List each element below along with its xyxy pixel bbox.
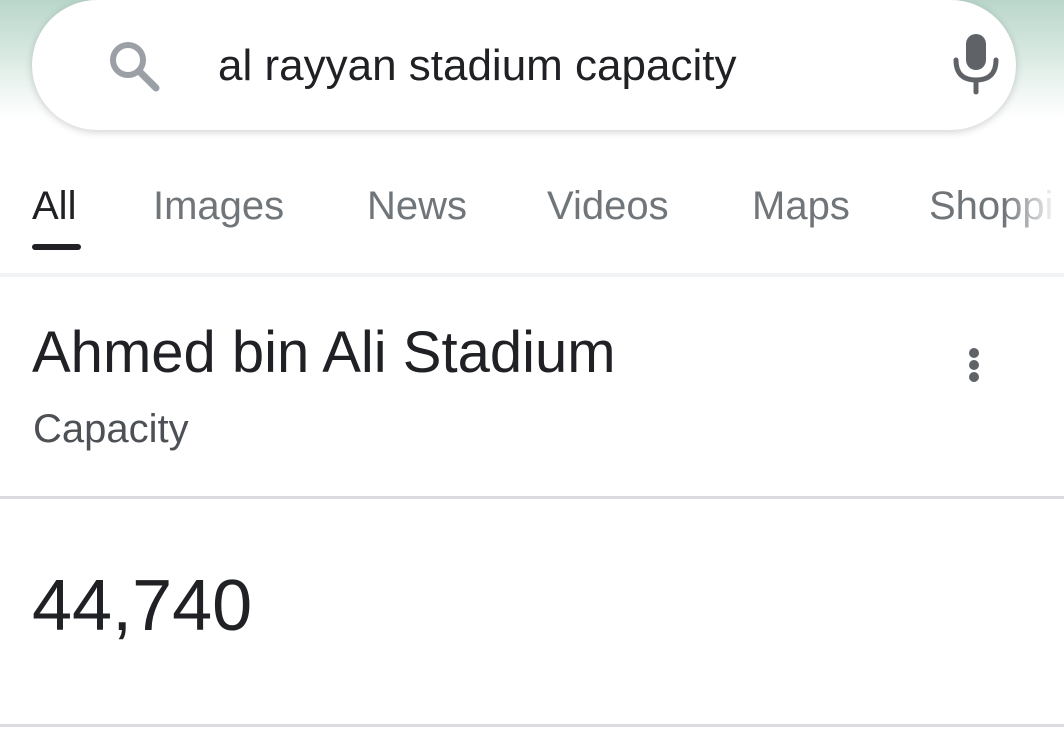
tab-videos[interactable]: Videos: [547, 182, 669, 230]
more-vert-icon[interactable]: [950, 338, 998, 392]
active-tab-indicator: [32, 244, 81, 250]
more-dot: [969, 360, 979, 370]
result-title: Ahmed bin Ali Stadium: [32, 320, 616, 385]
search-tabs: All Images News Videos Maps Shoppi: [0, 160, 1064, 274]
search-results-page: al rayyan stadium capacity All Images Ne…: [0, 0, 1064, 734]
mic-icon[interactable]: [950, 32, 1002, 96]
more-dot: [969, 348, 979, 358]
result-divider: [0, 496, 1064, 499]
tabs-divider: [0, 273, 1064, 277]
tabs-scroll-fade: [1004, 170, 1064, 250]
result-subtitle: Capacity: [33, 407, 189, 451]
bottom-divider: [0, 724, 1064, 727]
search-input[interactable]: al rayyan stadium capacity: [218, 36, 736, 96]
search-bar[interactable]: al rayyan stadium capacity: [32, 0, 1016, 130]
tab-all[interactable]: All: [32, 182, 76, 230]
search-icon[interactable]: [104, 36, 164, 96]
more-dot: [969, 372, 979, 382]
tab-maps[interactable]: Maps: [752, 182, 850, 230]
tab-news[interactable]: News: [367, 182, 467, 230]
answer-value: 44,740: [32, 566, 253, 646]
tab-images[interactable]: Images: [153, 182, 284, 230]
